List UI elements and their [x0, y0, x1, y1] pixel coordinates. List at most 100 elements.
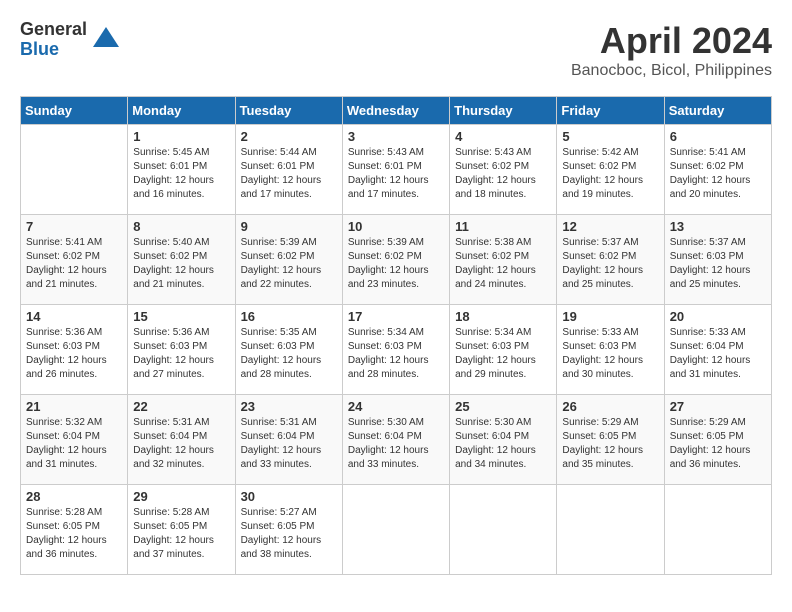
calendar-day-cell: 4 Sunrise: 5:43 AMSunset: 6:02 PMDaylight…	[450, 125, 557, 215]
calendar-day-cell: 10Sunrise: 5:39 AMSunset: 6:02 PMDayligh…	[342, 215, 449, 305]
day-number: 12	[562, 219, 658, 234]
calendar-week-row: 21 Sunrise: 5:32 AMSunset: 6:04 PMDayligh…	[21, 395, 772, 485]
calendar-day-cell: 6 Sunrise: 5:41 AMSunset: 6:02 PMDaylight…	[664, 125, 771, 215]
day-info: Sunrise: 5:33 AMSunset: 6:04 PMDaylight:…	[670, 326, 766, 382]
logo-blue: Blue	[20, 40, 87, 60]
calendar-header-monday: Monday	[128, 97, 235, 125]
day-info: Sunrise: 5:35 AMSunset: 6:03 PMDaylight:…	[241, 326, 337, 382]
day-info: Sunrise: 5:36 AMSunset: 6:03 PMDaylight:…	[26, 326, 122, 382]
calendar-day-cell	[664, 485, 771, 575]
day-number: 4	[455, 129, 551, 144]
calendar-table: SundayMondayTuesdayWednesdayThursdayFrid…	[20, 96, 772, 575]
calendar-header-tuesday: Tuesday	[235, 97, 342, 125]
calendar-day-cell: 28 Sunrise: 5:28 AMSunset: 6:05 PMDayligh…	[21, 485, 128, 575]
day-number: 16	[241, 309, 337, 324]
calendar-header-saturday: Saturday	[664, 97, 771, 125]
logo-general: General	[20, 20, 87, 40]
calendar-day-cell: 22Sunrise: 5:31 AMSunset: 6:04 PMDayligh…	[128, 395, 235, 485]
day-info: Sunrise: 5:41 AMSunset: 6:02 PMDaylight:…	[26, 236, 122, 292]
day-number: 6	[670, 129, 766, 144]
day-info: Sunrise: 5:42 AMSunset: 6:02 PMDaylight:…	[562, 146, 658, 202]
day-number: 18	[455, 309, 551, 324]
day-number: 30	[241, 489, 337, 504]
calendar-day-cell: 25Sunrise: 5:30 AMSunset: 6:04 PMDayligh…	[450, 395, 557, 485]
day-number: 8	[133, 219, 229, 234]
day-info: Sunrise: 5:34 AMSunset: 6:03 PMDaylight:…	[455, 326, 551, 382]
day-info: Sunrise: 5:28 AMSunset: 6:05 PMDaylight:…	[133, 506, 229, 562]
day-number: 7	[26, 219, 122, 234]
day-info: Sunrise: 5:32 AMSunset: 6:04 PMDaylight:…	[26, 416, 122, 472]
day-number: 26	[562, 399, 658, 414]
calendar-day-cell: 24 Sunrise: 5:30 AMSunset: 6:04 PMDayligh…	[342, 395, 449, 485]
day-number: 14	[26, 309, 122, 324]
calendar-day-cell: 13 Sunrise: 5:37 AMSunset: 6:03 PMDayligh…	[664, 215, 771, 305]
calendar-week-row: 14 Sunrise: 5:36 AMSunset: 6:03 PMDayligh…	[21, 305, 772, 395]
calendar-day-cell: 11 Sunrise: 5:38 AMSunset: 6:02 PMDayligh…	[450, 215, 557, 305]
day-info: Sunrise: 5:43 AMSunset: 6:01 PMDaylight:…	[348, 146, 444, 202]
day-info: Sunrise: 5:44 AMSunset: 6:01 PMDaylight:…	[241, 146, 337, 202]
day-info: Sunrise: 5:40 AMSunset: 6:02 PMDaylight:…	[133, 236, 229, 292]
day-number: 29	[133, 489, 229, 504]
calendar-day-cell: 9Sunrise: 5:39 AMSunset: 6:02 PMDaylight…	[235, 215, 342, 305]
calendar-day-cell: 17 Sunrise: 5:34 AMSunset: 6:03 PMDayligh…	[342, 305, 449, 395]
day-number: 28	[26, 489, 122, 504]
day-info: Sunrise: 5:29 AMSunset: 6:05 PMDaylight:…	[562, 416, 658, 472]
day-number: 3	[348, 129, 444, 144]
day-number: 22	[133, 399, 229, 414]
day-info: Sunrise: 5:38 AMSunset: 6:02 PMDaylight:…	[455, 236, 551, 292]
day-info: Sunrise: 5:39 AMSunset: 6:02 PMDaylight:…	[348, 236, 444, 292]
day-number: 24	[348, 399, 444, 414]
calendar-day-cell: 8 Sunrise: 5:40 AMSunset: 6:02 PMDaylight…	[128, 215, 235, 305]
calendar-day-cell: 12Sunrise: 5:37 AMSunset: 6:02 PMDayligh…	[557, 215, 664, 305]
calendar-day-cell: 3 Sunrise: 5:43 AMSunset: 6:01 PMDaylight…	[342, 125, 449, 215]
calendar-day-cell: 1Sunrise: 5:45 AMSunset: 6:01 PMDaylight…	[128, 125, 235, 215]
day-number: 21	[26, 399, 122, 414]
calendar-day-cell: 14 Sunrise: 5:36 AMSunset: 6:03 PMDayligh…	[21, 305, 128, 395]
day-number: 19	[562, 309, 658, 324]
day-info: Sunrise: 5:28 AMSunset: 6:05 PMDaylight:…	[26, 506, 122, 562]
day-info: Sunrise: 5:29 AMSunset: 6:05 PMDaylight:…	[670, 416, 766, 472]
day-info: Sunrise: 5:37 AMSunset: 6:03 PMDaylight:…	[670, 236, 766, 292]
calendar-week-row: 1Sunrise: 5:45 AMSunset: 6:01 PMDaylight…	[21, 125, 772, 215]
title-area: April 2024 Banocboc, Bicol, Philippines	[571, 20, 772, 80]
day-number: 17	[348, 309, 444, 324]
calendar-day-cell: 5 Sunrise: 5:42 AMSunset: 6:02 PMDaylight…	[557, 125, 664, 215]
day-info: Sunrise: 5:41 AMSunset: 6:02 PMDaylight:…	[670, 146, 766, 202]
calendar-day-cell: 27 Sunrise: 5:29 AMSunset: 6:05 PMDayligh…	[664, 395, 771, 485]
day-number: 23	[241, 399, 337, 414]
day-info: Sunrise: 5:34 AMSunset: 6:03 PMDaylight:…	[348, 326, 444, 382]
day-info: Sunrise: 5:30 AMSunset: 6:04 PMDaylight:…	[348, 416, 444, 472]
day-info: Sunrise: 5:30 AMSunset: 6:04 PMDaylight:…	[455, 416, 551, 472]
day-info: Sunrise: 5:36 AMSunset: 6:03 PMDaylight:…	[133, 326, 229, 382]
calendar-week-row: 7 Sunrise: 5:41 AMSunset: 6:02 PMDaylight…	[21, 215, 772, 305]
day-info: Sunrise: 5:45 AMSunset: 6:01 PMDaylight:…	[133, 146, 229, 202]
day-info: Sunrise: 5:33 AMSunset: 6:03 PMDaylight:…	[562, 326, 658, 382]
calendar-day-cell: 7 Sunrise: 5:41 AMSunset: 6:02 PMDaylight…	[21, 215, 128, 305]
calendar-header-thursday: Thursday	[450, 97, 557, 125]
day-number: 20	[670, 309, 766, 324]
calendar-header-friday: Friday	[557, 97, 664, 125]
day-number: 5	[562, 129, 658, 144]
location-title: Banocboc, Bicol, Philippines	[571, 62, 772, 80]
month-title: April 2024	[571, 20, 772, 62]
day-number: 13	[670, 219, 766, 234]
calendar-day-cell: 26 Sunrise: 5:29 AMSunset: 6:05 PMDayligh…	[557, 395, 664, 485]
page-header: General Blue April 2024 Banocboc, Bicol,…	[20, 20, 772, 80]
day-info: Sunrise: 5:43 AMSunset: 6:02 PMDaylight:…	[455, 146, 551, 202]
calendar-day-cell: 23Sunrise: 5:31 AMSunset: 6:04 PMDayligh…	[235, 395, 342, 485]
calendar-day-cell: 30 Sunrise: 5:27 AMSunset: 6:05 PMDayligh…	[235, 485, 342, 575]
day-number: 2	[241, 129, 337, 144]
calendar-header-row: SundayMondayTuesdayWednesdayThursdayFrid…	[21, 97, 772, 125]
day-number: 11	[455, 219, 551, 234]
day-number: 15	[133, 309, 229, 324]
calendar-week-row: 28 Sunrise: 5:28 AMSunset: 6:05 PMDayligh…	[21, 485, 772, 575]
calendar-day-cell	[21, 125, 128, 215]
calendar-day-cell: 16 Sunrise: 5:35 AMSunset: 6:03 PMDayligh…	[235, 305, 342, 395]
calendar-header-sunday: Sunday	[21, 97, 128, 125]
day-number: 27	[670, 399, 766, 414]
calendar-day-cell: 20 Sunrise: 5:33 AMSunset: 6:04 PMDayligh…	[664, 305, 771, 395]
calendar-day-cell: 21 Sunrise: 5:32 AMSunset: 6:04 PMDayligh…	[21, 395, 128, 485]
day-info: Sunrise: 5:27 AMSunset: 6:05 PMDaylight:…	[241, 506, 337, 562]
calendar-day-cell	[557, 485, 664, 575]
calendar-day-cell: 15 Sunrise: 5:36 AMSunset: 6:03 PMDayligh…	[128, 305, 235, 395]
